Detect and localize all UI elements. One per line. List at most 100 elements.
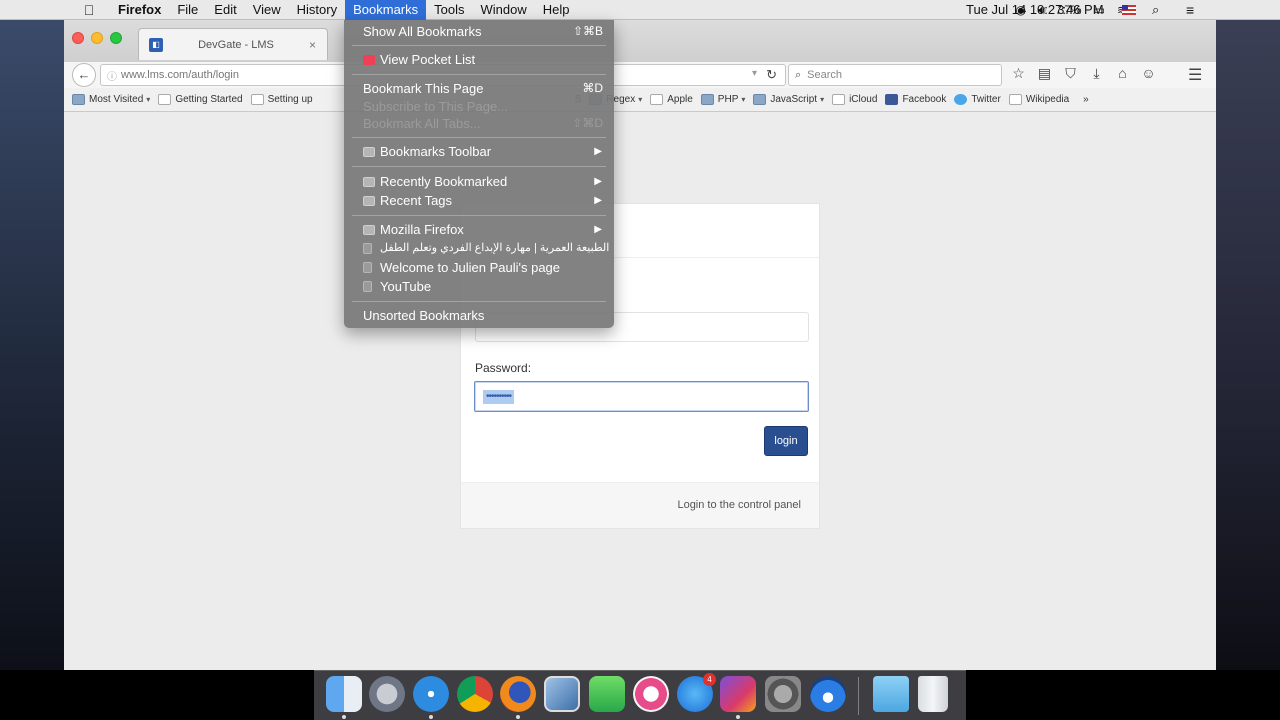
pocket-icon[interactable]: ⛉	[1062, 65, 1079, 82]
password-input[interactable]: ••••••••••	[474, 381, 809, 412]
folder-icon	[72, 94, 85, 105]
menu-item-bookmarks-toolbar[interactable]: Bookmarks Toolbar ▶	[344, 142, 614, 161]
bookmark-most-visited[interactable]: Most Visited ▾	[72, 94, 150, 105]
bookmark-icloud[interactable]: iCloud	[832, 94, 877, 105]
menu-help[interactable]: Help	[535, 0, 578, 20]
bookmark-twitter[interactable]: Twitter	[954, 94, 1001, 105]
downloads-folder-icon[interactable]	[873, 676, 909, 712]
bookmark-javascript[interactable]: JavaScript ▾	[753, 94, 824, 105]
menu-item-mozilla-firefox[interactable]: Mozilla Firefox ▶	[344, 220, 614, 239]
downloads-icon[interactable]: ⤓	[1088, 65, 1105, 82]
bookmark-label: JavaScript	[770, 94, 818, 105]
hamburger-menu-icon[interactable]: ☰	[1188, 65, 1202, 85]
preview-icon[interactable]	[544, 676, 580, 712]
itunes-icon[interactable]	[633, 676, 669, 712]
menu-tools[interactable]: Tools	[426, 0, 472, 20]
menu-window[interactable]: Window	[473, 0, 535, 20]
minimize-window-button[interactable]	[91, 32, 103, 44]
submenu-arrow-icon: ▶	[594, 195, 602, 206]
messages-icon[interactable]	[589, 676, 625, 712]
menu-item-label: Bookmark All Tabs...	[363, 116, 481, 131]
menu-item-arabic-bookmark[interactable]: الطبيعة العمرية | مهارة الإبداع الفردي و…	[344, 239, 614, 258]
page-content: Password: •••••••••• login Login to the …	[64, 113, 1216, 670]
zoom-window-button[interactable]	[110, 32, 122, 44]
bookmark-getting-started[interactable]: Getting Started	[158, 94, 243, 105]
menu-separator	[352, 74, 606, 75]
url-history-dropdown-icon[interactable]: ▾	[752, 68, 757, 79]
menu-edit[interactable]: Edit	[206, 0, 244, 20]
bookmarks-dropdown-menu: Show All Bookmarks ⇧⌘B View Pocket List B…	[344, 20, 614, 328]
menu-view[interactable]: View	[245, 0, 289, 20]
menu-item-label: Show All Bookmarks	[363, 24, 482, 39]
spotlight-icon[interactable]: ⌕	[1152, 2, 1159, 18]
tab-devgate-lms[interactable]: ◧ DevGate - LMS ×	[138, 28, 328, 60]
input-source-flag-icon[interactable]	[1122, 5, 1136, 15]
search-bar[interactable]: ⌕ Search	[788, 64, 1002, 86]
close-window-button[interactable]	[72, 32, 84, 44]
bookmark-label: Wikipedia	[1025, 94, 1070, 105]
trash-icon[interactable]	[918, 676, 948, 712]
login-button[interactable]: login	[764, 426, 808, 456]
menu-item-view-pocket-list[interactable]: View Pocket List	[344, 50, 614, 69]
menu-item-label: View Pocket List	[380, 52, 476, 67]
chat-icon[interactable]: ☺	[1140, 65, 1157, 82]
bookmark-label: Apple	[667, 94, 693, 105]
menu-item-julien-pauli[interactable]: Welcome to Julien Pauli's page	[344, 258, 614, 277]
bookmark-facebook[interactable]: Facebook	[885, 94, 946, 105]
app-store-icon[interactable]: 4	[677, 673, 716, 712]
launchpad-icon[interactable]	[369, 676, 405, 712]
menu-item-label: Welcome to Julien Pauli's page	[380, 260, 561, 275]
menu-item-recent-tags[interactable]: Recent Tags ▶	[344, 191, 614, 210]
apple-menu-icon[interactable]: 	[80, 2, 98, 18]
menu-file[interactable]: File	[169, 0, 206, 20]
bookmark-star-icon[interactable]: ☆	[1010, 65, 1027, 82]
menu-item-unsorted-bookmarks[interactable]: Unsorted Bookmarks	[344, 306, 614, 325]
bookmark-apple[interactable]: Apple	[650, 94, 693, 105]
home-icon[interactable]: ⌂	[1114, 65, 1131, 82]
mac-menubar:  Firefox File Edit View History Bookmar…	[0, 0, 1280, 20]
password-label: Password:	[475, 361, 532, 375]
toolbar-icon	[363, 147, 375, 157]
menu-item-youtube[interactable]: YouTube	[344, 277, 614, 296]
reload-icon[interactable]: ↻	[766, 67, 777, 83]
bookmark-wikipedia[interactable]: Wikipedia	[1008, 94, 1070, 105]
desktop-wallpaper-left	[0, 20, 64, 670]
bookmark-php[interactable]: PHP ▾	[700, 94, 745, 105]
search-placeholder: Search	[807, 69, 843, 81]
menu-separator	[352, 215, 606, 216]
bookmark-setting-up[interactable]: Setting up	[250, 94, 313, 105]
site-favicon-icon: ◧	[149, 37, 163, 52]
menu-item-label: Subscribe to This Page...	[363, 99, 509, 114]
firefox-icon[interactable]	[500, 676, 536, 712]
chevron-down-icon: ▾	[820, 95, 825, 104]
site-info-icon[interactable]: ⓘ	[107, 68, 117, 83]
bookmark-label: PHP	[717, 94, 739, 105]
chevron-down-icon: ▾	[146, 95, 151, 104]
menu-item-label: Recently Bookmarked	[380, 174, 508, 189]
chrome-icon[interactable]	[457, 676, 493, 712]
bookmarks-overflow-button[interactable]: »	[1083, 94, 1089, 105]
system-preferences-icon[interactable]	[765, 676, 801, 712]
back-button[interactable]: ←	[72, 63, 96, 87]
notification-center-icon[interactable]: ≡	[1186, 0, 1194, 20]
reading-list-icon[interactable]: ▤	[1036, 65, 1053, 82]
menu-item-label: الطبيعة العمرية | مهارة الإبداع الفردي و…	[380, 242, 610, 254]
migration-assistant-icon[interactable]	[810, 676, 846, 712]
finder-icon[interactable]	[326, 676, 362, 712]
bookmark-label: Getting Started	[175, 94, 243, 105]
menu-item-show-all-bookmarks[interactable]: Show All Bookmarks ⇧⌘B	[344, 22, 614, 41]
menubar-clock[interactable]: Tue Jul 14 10:27:46 PM	[966, 0, 1104, 20]
password-value: ••••••••••	[483, 390, 515, 404]
close-tab-icon[interactable]: ×	[309, 38, 327, 52]
menu-app-firefox[interactable]: Firefox	[110, 0, 169, 20]
menu-item-bookmark-this-page[interactable]: Bookmark This Page ⌘D	[344, 79, 614, 98]
chevron-down-icon: ▾	[638, 95, 643, 104]
running-indicator	[342, 715, 346, 719]
page-icon	[1008, 94, 1022, 105]
phpstorm-icon[interactable]	[720, 676, 756, 712]
menu-bookmarks[interactable]: Bookmarks	[345, 0, 427, 20]
menu-history[interactable]: History	[289, 0, 345, 20]
safari-icon[interactable]	[413, 676, 449, 712]
menu-item-recently-bookmarked[interactable]: Recently Bookmarked ▶	[344, 172, 614, 191]
footer-text: Login to the control panel	[677, 499, 801, 511]
